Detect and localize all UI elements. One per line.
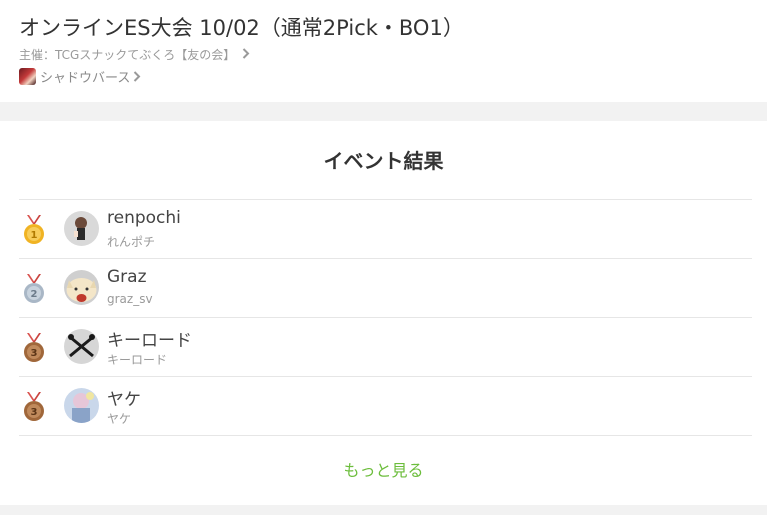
bronze-medal-icon: 3 bbox=[24, 392, 44, 421]
bronze-medal-icon: 3 bbox=[24, 333, 44, 362]
player-handle: graz_sv bbox=[107, 292, 153, 306]
player-name: ヤケ bbox=[107, 390, 141, 410]
player-handle: れんポチ bbox=[107, 235, 156, 249]
results-list: 1 renpochi れんポチ 2 Graz graz_sv 3 キーロード キ… bbox=[19, 199, 752, 436]
svg-text:3: 3 bbox=[31, 407, 38, 418]
avatar bbox=[64, 270, 99, 305]
chevron-right-icon bbox=[134, 70, 141, 82]
show-more-link[interactable]: もっと見る bbox=[0, 457, 767, 481]
result-row[interactable]: 3 ヤケ ヤケ bbox=[19, 377, 752, 436]
results-card: イベント結果 1 renpochi れんポチ 2 Graz graz_sv 3 … bbox=[0, 121, 767, 505]
chevron-right-icon bbox=[242, 48, 250, 59]
gold-medal-icon: 1 bbox=[24, 215, 44, 244]
result-row[interactable]: 3 キーロード キーロード bbox=[19, 318, 752, 377]
avatar bbox=[64, 211, 99, 246]
organizer-label: 主催：TCGスナックてぶくろ【友の会】 bbox=[19, 48, 236, 62]
result-row[interactable]: 2 Graz graz_sv bbox=[19, 259, 752, 318]
event-header: オンラインES大会 10/02（通常2Pick・BO1） 主催：TCGスナックて… bbox=[0, 0, 767, 102]
player-handle: ヤケ bbox=[107, 412, 132, 426]
event-title: オンラインES大会 10/02（通常2Pick・BO1） bbox=[19, 16, 464, 40]
silver-medal-icon: 2 bbox=[24, 274, 44, 303]
player-name: キーロード bbox=[107, 331, 192, 351]
game-icon bbox=[19, 67, 36, 85]
result-row[interactable]: 1 renpochi れんポチ bbox=[19, 200, 752, 259]
player-name: Graz bbox=[107, 267, 147, 287]
avatar bbox=[64, 388, 99, 423]
game-link[interactable]: シャドウバース bbox=[19, 67, 141, 86]
svg-text:1: 1 bbox=[31, 230, 38, 241]
player-handle: キーロード bbox=[107, 353, 168, 367]
player-name: renpochi bbox=[107, 208, 181, 228]
results-heading: イベント結果 bbox=[323, 149, 444, 173]
svg-text:3: 3 bbox=[31, 348, 38, 359]
svg-text:2: 2 bbox=[31, 289, 38, 300]
avatar bbox=[64, 329, 99, 364]
game-label: シャドウバース bbox=[40, 70, 131, 86]
organizer-link[interactable]: 主催：TCGスナックてぶくろ【友の会】 bbox=[19, 46, 250, 63]
